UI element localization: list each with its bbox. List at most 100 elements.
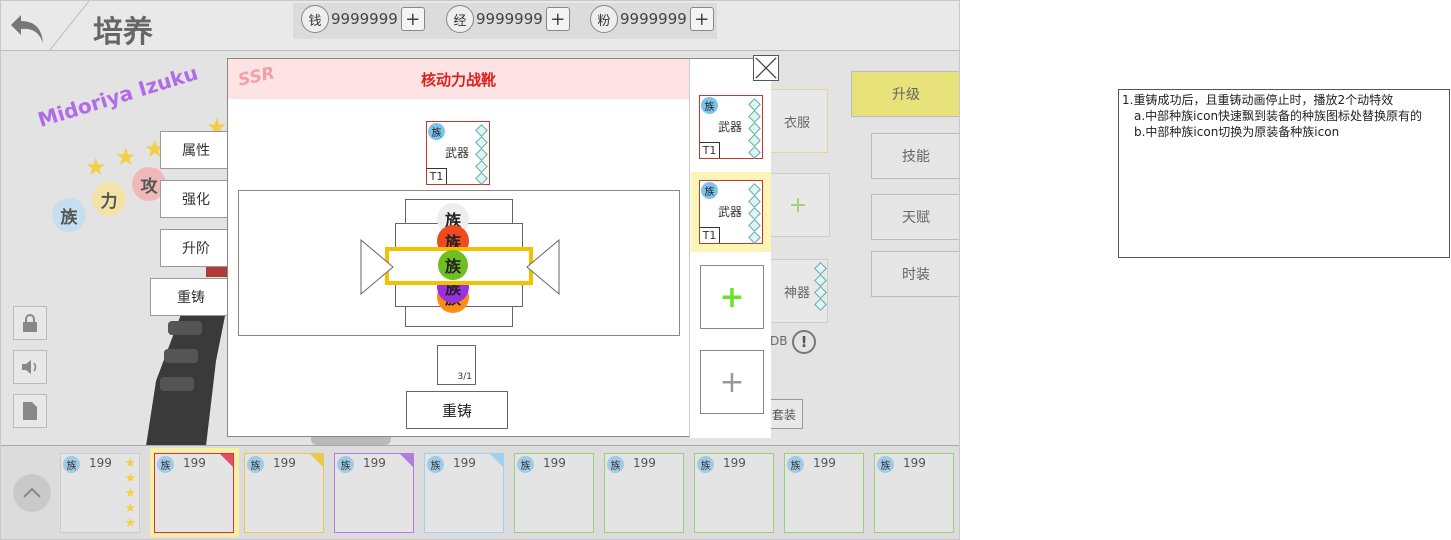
inventory-card[interactable]: 族 199	[244, 453, 324, 533]
inventory-card[interactable]: 族 199	[784, 453, 864, 533]
clothes-slot[interactable]: 衣服	[766, 89, 828, 153]
add-equip-slot[interactable]: +	[766, 173, 830, 237]
recast-material-slot[interactable]: 3/1	[437, 345, 476, 385]
race-reel-panel: 族 族 族 族 族	[238, 190, 680, 336]
fashion-menu-button[interactable]: 时装	[871, 251, 959, 297]
card-count: 199	[363, 456, 386, 470]
inventory-card-selected[interactable]: 族 199	[154, 453, 234, 533]
add-money-button[interactable]: +	[400, 7, 425, 31]
upgrade-menu-button[interactable]: 升级	[851, 71, 959, 117]
currency-fans: 粉 9999999 +	[590, 5, 714, 33]
race-badge: 族	[787, 456, 804, 473]
attributes-button[interactable]: 属性	[160, 131, 232, 169]
inventory-card[interactable]: 族 199	[694, 453, 774, 533]
artifact-slot[interactable]: 神器	[766, 259, 828, 323]
inventory-card[interactable]: 族 199	[604, 453, 684, 533]
gem-sockets	[748, 98, 761, 160]
race-badge: 族	[877, 456, 894, 473]
inventory-card[interactable]: 族 199 ★ ★ ★ ★ ★	[60, 453, 140, 533]
race-icon-green-selected: 族	[438, 250, 468, 280]
note-line: a.中部种族icon快速飘到装备的种族图标处替换原有的	[1134, 109, 1423, 123]
partial-label: DB	[770, 334, 788, 348]
gem-sockets	[814, 262, 827, 312]
currency-value: 9999999	[476, 10, 543, 28]
money-icon: 钱	[301, 5, 329, 33]
race-badge: 族	[607, 456, 624, 473]
card-count: 199	[723, 456, 746, 470]
close-icon[interactable]	[753, 55, 779, 81]
equipment-name: 武器	[445, 146, 470, 160]
page-title: 培养	[93, 15, 153, 50]
artifact-slot-label: 神器	[783, 285, 810, 301]
equipment-slot[interactable]: 族 武器 T1	[699, 95, 763, 159]
tier-label: T1	[700, 142, 720, 158]
power-tag: 力	[92, 182, 126, 216]
sound-button[interactable]	[13, 350, 47, 384]
left-pointer-icon	[360, 239, 394, 295]
speaker-icon	[22, 360, 37, 374]
current-equipment: 族 武器 T1	[426, 121, 490, 185]
card-count: 199	[543, 456, 566, 470]
lock-icon	[23, 314, 37, 332]
rarity-corner	[220, 454, 233, 467]
right-pointer-icon	[526, 239, 560, 295]
inventory-card[interactable]: 族 199	[514, 453, 594, 533]
star-icon: ★	[85, 153, 107, 181]
back-arrow-icon[interactable]	[7, 7, 47, 47]
card-count: 199	[89, 456, 112, 470]
race-badge: 族	[63, 456, 80, 473]
character-illustration	[146, 301, 226, 446]
talent-menu-button[interactable]: 天赋	[871, 194, 959, 240]
add-equipment-button[interactable]: +	[700, 350, 764, 414]
add-equipment-button[interactable]: +	[700, 265, 764, 329]
document-icon	[23, 402, 37, 420]
currency-money: 钱 9999999 +	[301, 5, 425, 33]
equipment-name: 武器	[718, 205, 743, 219]
top-bar: 培养 钱 9999999 + 经 9999999 + 粉 9999999 +	[1, 1, 959, 51]
add-exp-button[interactable]: +	[545, 7, 570, 31]
recast-button[interactable]: 重铸	[406, 391, 508, 429]
exp-icon: 经	[446, 5, 474, 33]
race-badge: 族	[701, 182, 718, 199]
race-badge: 族	[697, 456, 714, 473]
design-note: 1.重铸成功后，且重铸动画停止时，播放2个动特效 a.中部种族icon快速飘到装…	[1118, 89, 1450, 258]
add-fans-button[interactable]: +	[689, 7, 714, 31]
rarity-corner	[310, 454, 323, 467]
equipment-slot-selected[interactable]: 族 武器 T1	[699, 180, 763, 244]
rarity-corner	[490, 454, 503, 467]
star-icon: ★	[115, 143, 137, 171]
character-name: Midoriya Izuku	[35, 60, 201, 132]
inventory-card[interactable]: 族 199	[424, 453, 504, 533]
equipment-column: 族 武器 T1 族 武器 T1 + +	[689, 59, 771, 438]
skill-menu-button[interactable]: 技能	[871, 133, 959, 179]
advance-button[interactable]: 升阶	[160, 229, 232, 267]
recast-dialog: SSR 核动力战靴 族 武器 T1 族 族 族 族 族	[227, 55, 779, 438]
recast-tab-button[interactable]: 重铸	[150, 278, 232, 316]
race-tag: 族	[52, 198, 86, 232]
equipment-name: 武器	[718, 120, 743, 134]
card-count: 199	[903, 456, 926, 470]
lock-button[interactable]	[13, 306, 47, 340]
race-badge: 族	[701, 97, 718, 114]
dialog-header: SSR 核动力战靴	[228, 59, 689, 99]
gem-sockets	[748, 183, 761, 245]
race-badge: 族	[428, 123, 445, 140]
currency-value: 9999999	[620, 10, 687, 28]
document-button[interactable]	[13, 394, 47, 428]
inventory-card[interactable]: 族 199	[874, 453, 954, 533]
card-count: 199	[633, 456, 656, 470]
card-count: 199	[813, 456, 836, 470]
enhance-button[interactable]: 强化	[160, 180, 232, 218]
note-line: b.中部种族icon切换为原装备种族icon	[1134, 125, 1340, 139]
chevron-up-icon	[23, 487, 41, 498]
note-line: 1.重铸成功后，且重铸动画停止时，播放2个动特效	[1122, 93, 1394, 107]
rarity-corner	[400, 454, 413, 467]
inventory-card[interactable]: 族 199	[334, 453, 414, 533]
fans-icon: 粉	[590, 5, 618, 33]
collapse-button[interactable]	[13, 474, 51, 512]
currency-value: 9999999	[331, 10, 398, 28]
dialog-title: 核动力战靴	[420, 71, 496, 89]
game-screen: 培养 钱 9999999 + 经 9999999 + 粉 9999999 + M…	[0, 0, 960, 540]
info-icon[interactable]: !	[792, 330, 816, 354]
card-count: 199	[183, 456, 206, 470]
